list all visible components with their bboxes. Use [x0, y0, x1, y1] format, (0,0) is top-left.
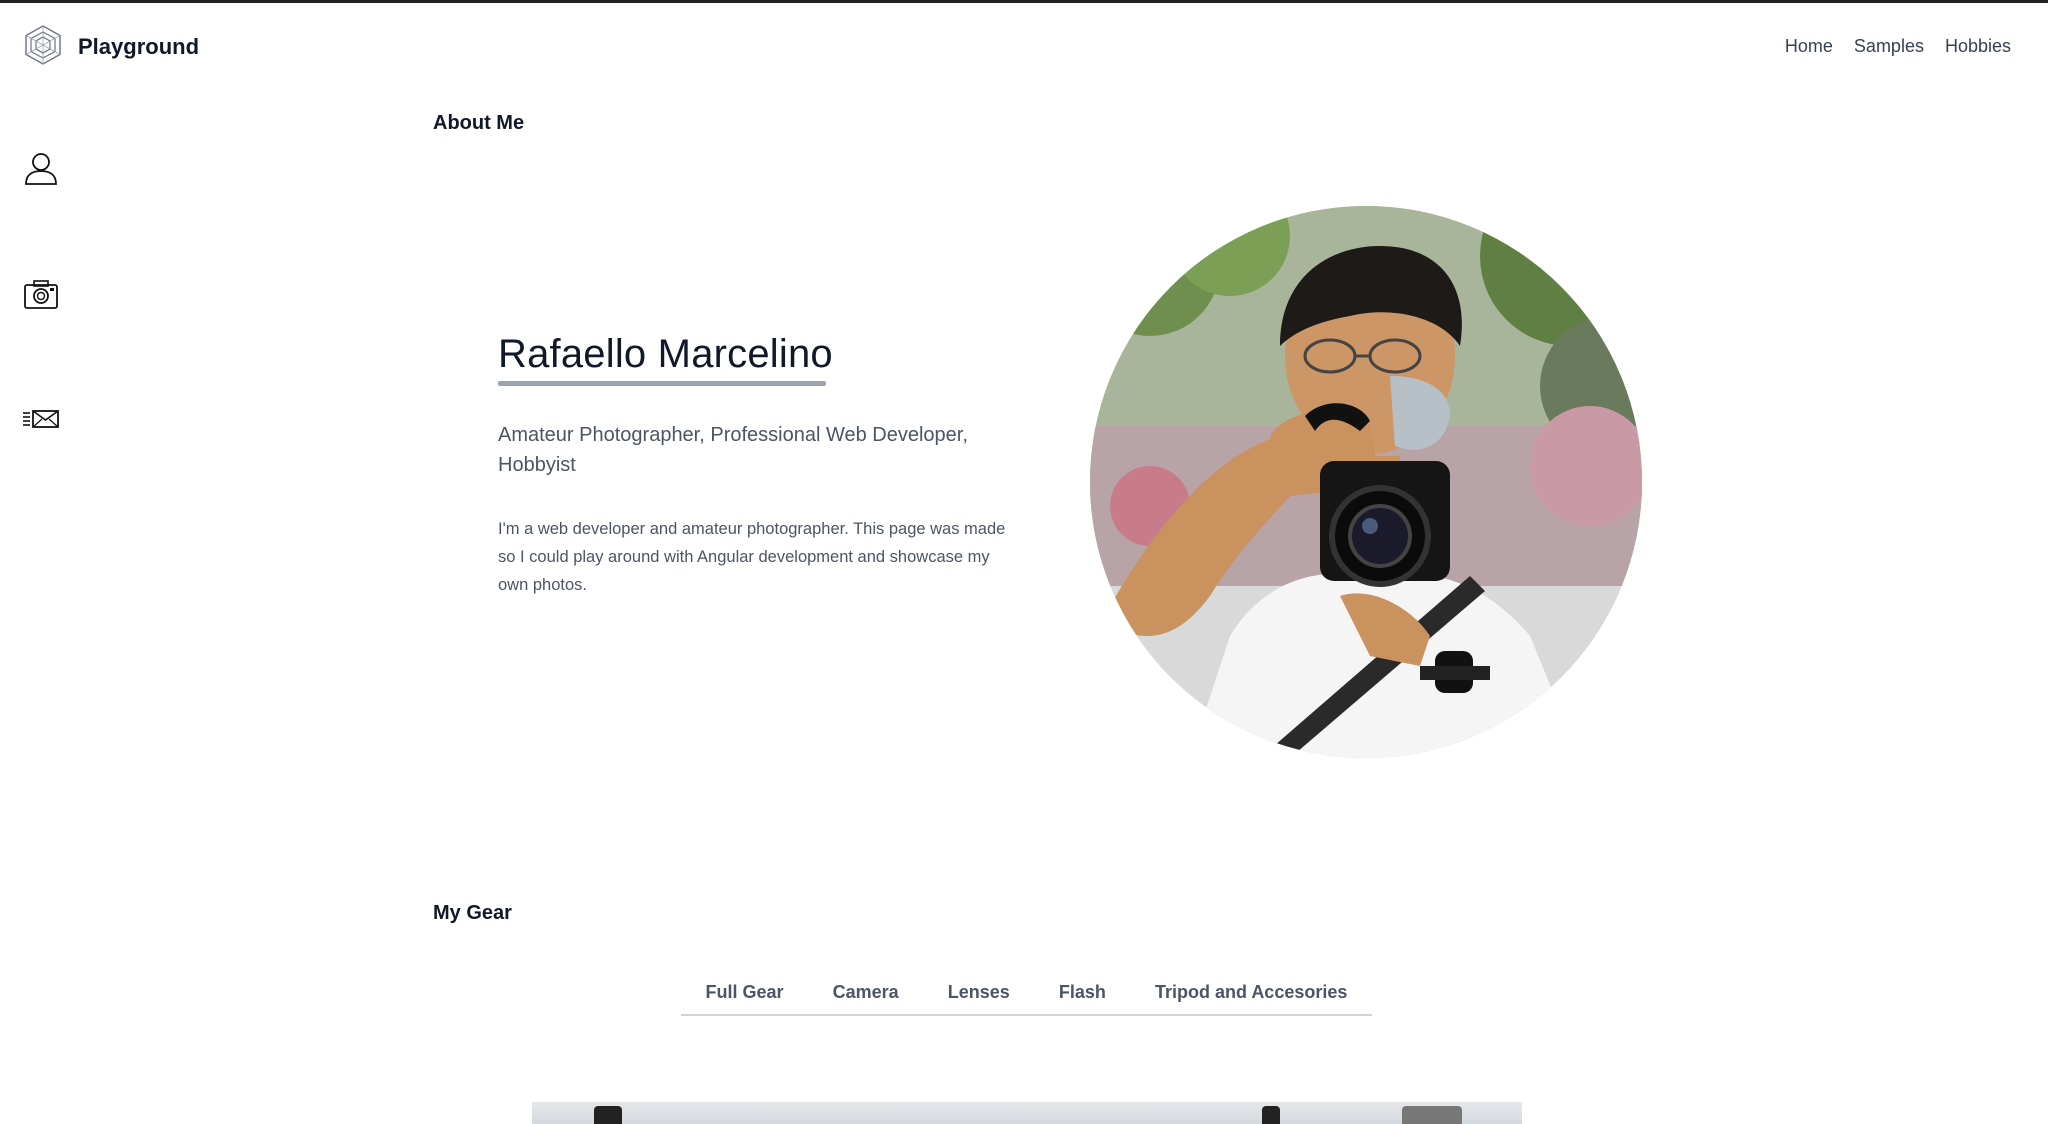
- nav-home-link[interactable]: Home: [1785, 36, 1833, 57]
- top-nav: Home Samples Hobbies: [1785, 36, 2011, 57]
- camera-icon[interactable]: [22, 276, 60, 314]
- about-section-title: About Me: [433, 112, 525, 134]
- gear-tabs: Full Gear Camera Lenses Flash Tripod and…: [681, 978, 1372, 1016]
- brand-title[interactable]: Playground: [78, 34, 199, 60]
- profile-name: Rafaello Marcelino: [498, 332, 833, 376]
- profile-subtitle: Amateur Photographer, Professional Web D…: [498, 424, 968, 476]
- tab-camera[interactable]: Camera: [825, 978, 907, 1007]
- user-icon[interactable]: [22, 150, 60, 188]
- tab-flash[interactable]: Flash: [1051, 978, 1114, 1007]
- profile-bio: I'm a web developer and amateur photogra…: [498, 520, 1006, 594]
- gear-item: [594, 1106, 622, 1124]
- tab-full-gear[interactable]: Full Gear: [698, 978, 792, 1007]
- tab-tripod-accessories[interactable]: Tripod and Accesories: [1147, 978, 1355, 1007]
- top-border: [0, 0, 2048, 3]
- mail-icon[interactable]: [22, 400, 60, 438]
- tab-lenses[interactable]: Lenses: [940, 978, 1018, 1007]
- profile-photo: [1090, 206, 1642, 758]
- gear-item: [1262, 1106, 1280, 1124]
- name-underline: [498, 381, 826, 386]
- gear-gallery-image: [532, 1102, 1522, 1124]
- logo-icon[interactable]: [22, 24, 64, 66]
- gear-item: [1402, 1106, 1462, 1124]
- nav-samples-link[interactable]: Samples: [1854, 36, 1924, 57]
- gear-section-title: My Gear: [433, 902, 512, 924]
- nav-hobbies-link[interactable]: Hobbies: [1945, 36, 2011, 57]
